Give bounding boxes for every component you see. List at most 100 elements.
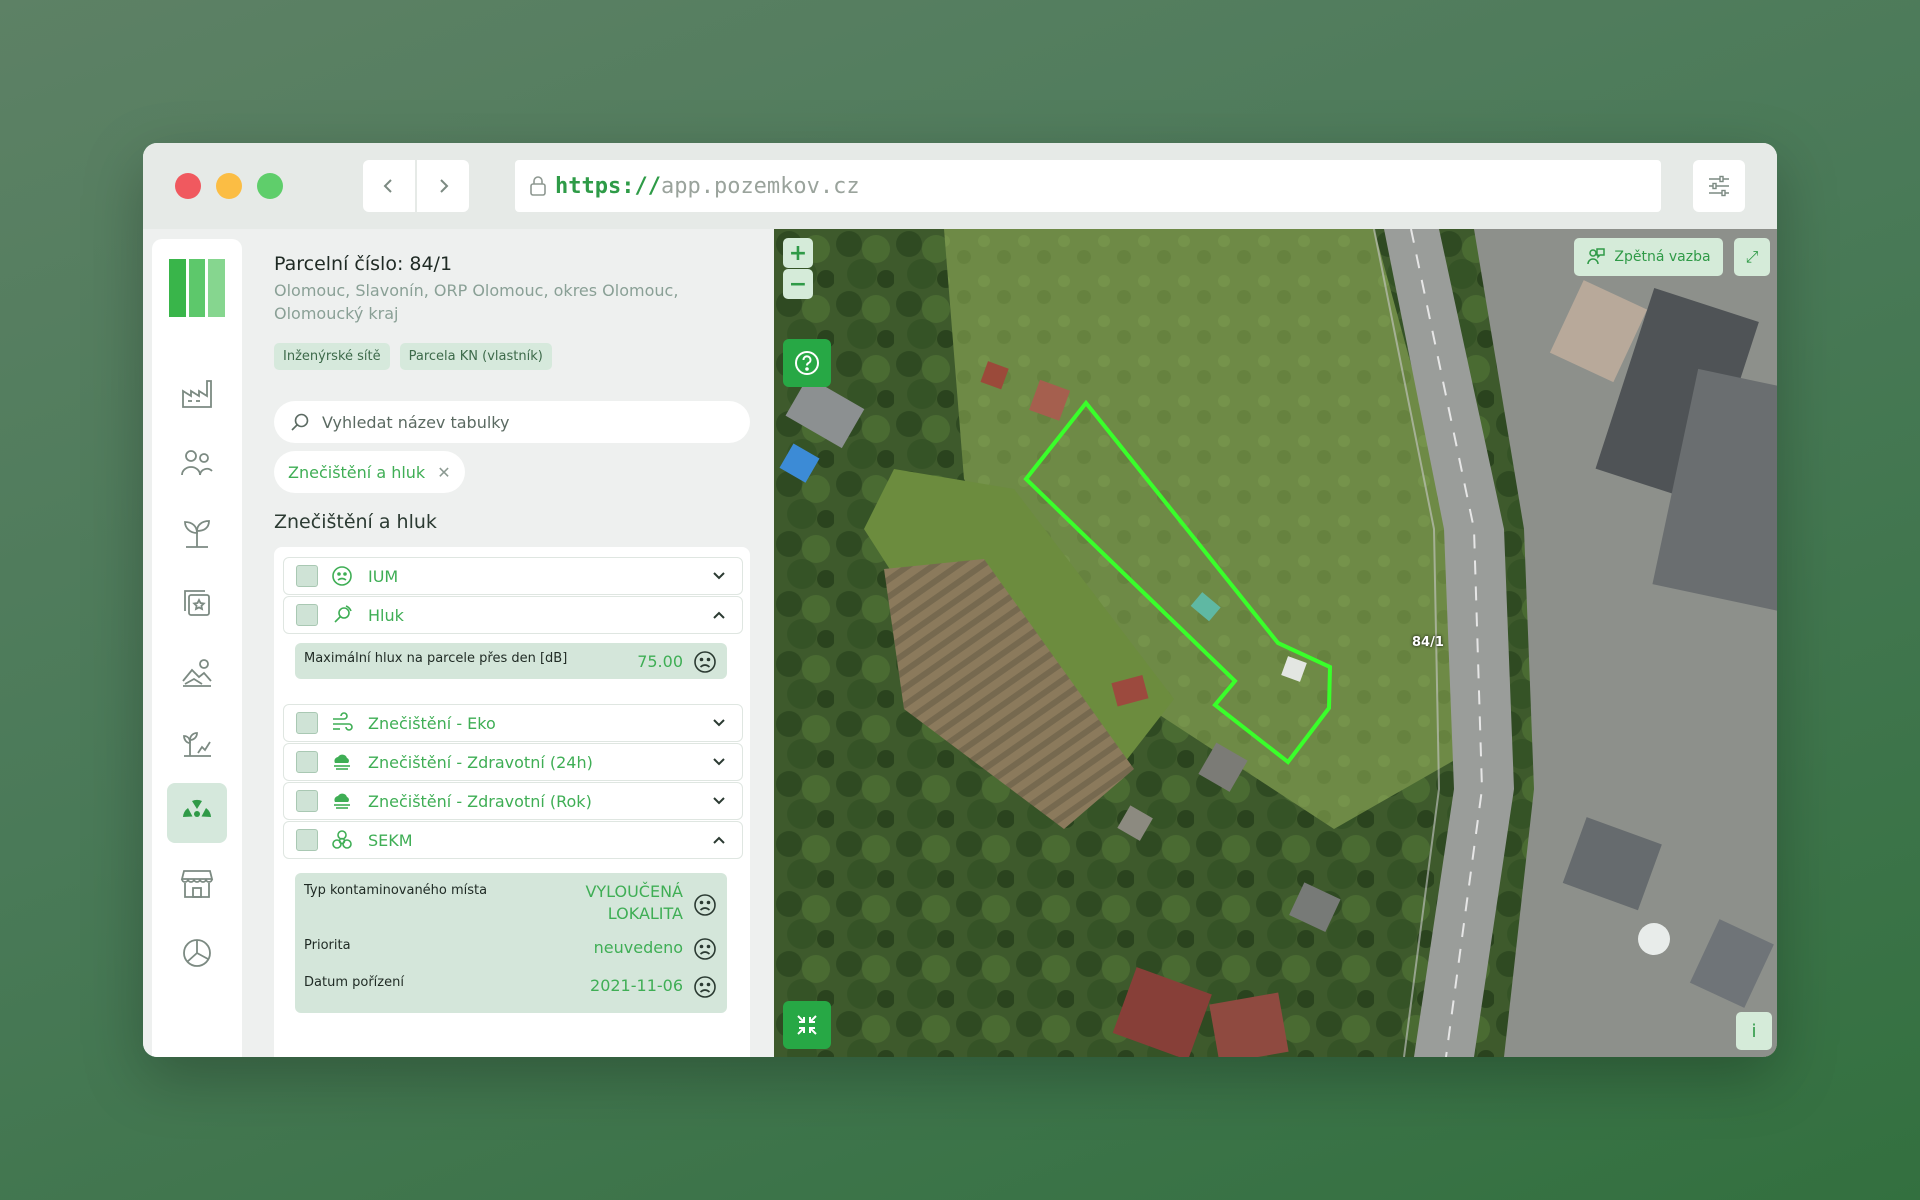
collapse-button[interactable] — [783, 1001, 831, 1049]
layer-row-pollution-health-year[interactable]: Znečištění - Zdravotní (Rok) — [283, 782, 743, 820]
layer-checkbox[interactable] — [296, 751, 318, 773]
help-button[interactable] — [783, 339, 831, 387]
sliders-icon — [1709, 175, 1729, 197]
detail-value: 2021-11-06 — [590, 976, 683, 995]
growth-chart-icon — [183, 732, 211, 757]
sekm-detail: Typ kontaminovaného místa VYLOUČENÁ LOKA… — [295, 873, 727, 1013]
chevron-down-icon[interactable] — [708, 565, 730, 587]
chevron-up-icon[interactable] — [708, 829, 730, 851]
parcel-tags: Inženýrské sítě Parcela KN (vlastník) — [274, 343, 552, 370]
people-icon — [181, 450, 213, 476]
sidebar-item-favorites[interactable] — [167, 573, 227, 633]
close-icon[interactable]: ✕ — [437, 463, 450, 482]
star-square-icon — [184, 590, 210, 616]
info-button[interactable]: i — [1736, 1012, 1772, 1050]
layer-label: Znečištění - Zdravotní (24h) — [368, 752, 593, 772]
map-view[interactable]: 84/1 + − Zpětná vazba ⤢ i — [774, 229, 1777, 1057]
layer-label: Znečištění - Zdravotní (Rok) — [368, 791, 592, 811]
chevron-down-icon[interactable] — [708, 751, 730, 773]
layer-row-sekm[interactable]: SEKM — [283, 821, 743, 859]
pie-chart-icon — [183, 939, 211, 967]
smog-icon — [330, 750, 354, 774]
question-mark-icon — [795, 351, 819, 375]
app-logo[interactable] — [169, 259, 226, 317]
parcel-title: Parcelní číslo: 84/1 — [274, 253, 453, 275]
feedback-icon — [1587, 248, 1606, 265]
zoom-out-button[interactable]: − — [783, 269, 813, 299]
back-button[interactable] — [363, 160, 415, 212]
active-filter-chip[interactable]: Znečištění a hluk ✕ — [274, 451, 465, 493]
feedback-button[interactable]: Zpětná vazba — [1574, 238, 1723, 276]
sidebar-item-agriculture[interactable] — [167, 503, 227, 563]
layer-label: Znečištění - Eko — [368, 713, 496, 733]
sad-face-icon — [694, 894, 716, 916]
layer-label: Hluk — [368, 605, 404, 625]
browser-settings-button[interactable] — [1693, 160, 1745, 212]
layer-row-noise[interactable]: Hluk — [283, 596, 743, 634]
search-input[interactable] — [320, 411, 724, 433]
detail-label: Datum pořízení — [304, 975, 404, 990]
expand-button[interactable]: ⤢ — [1734, 238, 1770, 276]
sidebar-item-pollution[interactable] — [167, 783, 227, 843]
biohazard-icon — [330, 828, 354, 852]
section-title: Znečištění a hluk — [274, 511, 437, 533]
sidebar-item-people[interactable] — [167, 433, 227, 493]
sidebar-item-commerce[interactable] — [167, 853, 227, 913]
chevron-up-icon[interactable] — [708, 604, 730, 626]
detail-label: Priorita — [304, 938, 351, 953]
layer-checkbox[interactable] — [296, 790, 318, 812]
zoom-in-button[interactable]: + — [783, 238, 813, 268]
minimize-window-button[interactable] — [216, 173, 242, 199]
factory-icon — [182, 380, 212, 408]
parcel-map-label[interactable]: 84/1 — [1412, 635, 1444, 650]
store-icon — [180, 870, 214, 898]
layer-checkbox[interactable] — [296, 604, 318, 626]
maximize-window-button[interactable] — [257, 173, 283, 199]
collapse-arrows-icon — [797, 1015, 817, 1035]
sprout-icon — [184, 520, 210, 548]
layer-label: IUM — [368, 566, 399, 586]
layer-checkbox[interactable] — [296, 712, 318, 734]
parcel-location: Olomouc, Slavonín, ORP Olomouc, okres Ol… — [274, 281, 679, 323]
noise-detail: Maximální hlux na parcele přes den [dB] … — [295, 643, 727, 679]
sidebar-item-growth[interactable] — [167, 713, 227, 773]
sidebar-item-terrain[interactable] — [167, 643, 227, 703]
sad-face-icon — [694, 976, 716, 998]
layer-list: IUM Hluk Maximální hlux na parcele přes … — [274, 547, 750, 1057]
browser-titlebar: https://app.pozemkov.cz — [143, 143, 1777, 229]
feedback-label: Zpětná vazba — [1614, 249, 1711, 265]
layer-checkbox[interactable] — [296, 565, 318, 587]
sad-face-icon — [694, 651, 716, 673]
forward-button[interactable] — [417, 160, 469, 212]
layer-label: SEKM — [368, 830, 413, 850]
browser-window: https://app.pozemkov.cz Parcelní číslo: … — [143, 143, 1777, 1057]
close-window-button[interactable] — [175, 173, 201, 199]
smog-icon — [330, 789, 354, 813]
sidebar-item-factory[interactable] — [167, 363, 227, 423]
layer-checkbox[interactable] — [296, 829, 318, 851]
detail-value: 75.00 — [637, 652, 683, 671]
table-search[interactable] — [274, 401, 750, 443]
sad-face-icon — [694, 938, 716, 960]
detail-value: neuvedeno — [593, 938, 683, 957]
sound-icon — [330, 603, 354, 627]
wind-icon — [330, 711, 354, 735]
sidebar-item-statistics[interactable] — [167, 923, 227, 983]
layer-row-pollution-health-24h[interactable]: Znečištění - Zdravotní (24h) — [283, 743, 743, 781]
chevron-down-icon[interactable] — [708, 790, 730, 812]
radiation-icon — [183, 799, 211, 817]
face-icon — [330, 564, 354, 588]
address-bar[interactable]: https://app.pozemkov.cz — [515, 160, 1661, 212]
url-scheme: https:// — [555, 173, 661, 199]
chevron-down-icon[interactable] — [708, 712, 730, 734]
app-content: Parcelní číslo: 84/1 Olomouc, Slavonín, … — [143, 229, 1777, 1057]
search-icon — [291, 413, 309, 431]
landscape-icon — [182, 659, 212, 687]
layer-row-pollution-eco[interactable]: Znečištění - Eko — [283, 704, 743, 742]
aerial-map — [774, 229, 1777, 1057]
layer-row-ium[interactable]: IUM — [283, 557, 743, 595]
tag-engineering-networks[interactable]: Inženýrské sítě — [274, 343, 390, 370]
detail-label: Typ kontaminovaného místa — [304, 883, 488, 898]
tag-parcel-kn-owner[interactable]: Parcela KN (vlastník) — [399, 343, 552, 370]
detail-label: Maximální hlux na parcele přes den [dB] — [304, 651, 568, 666]
